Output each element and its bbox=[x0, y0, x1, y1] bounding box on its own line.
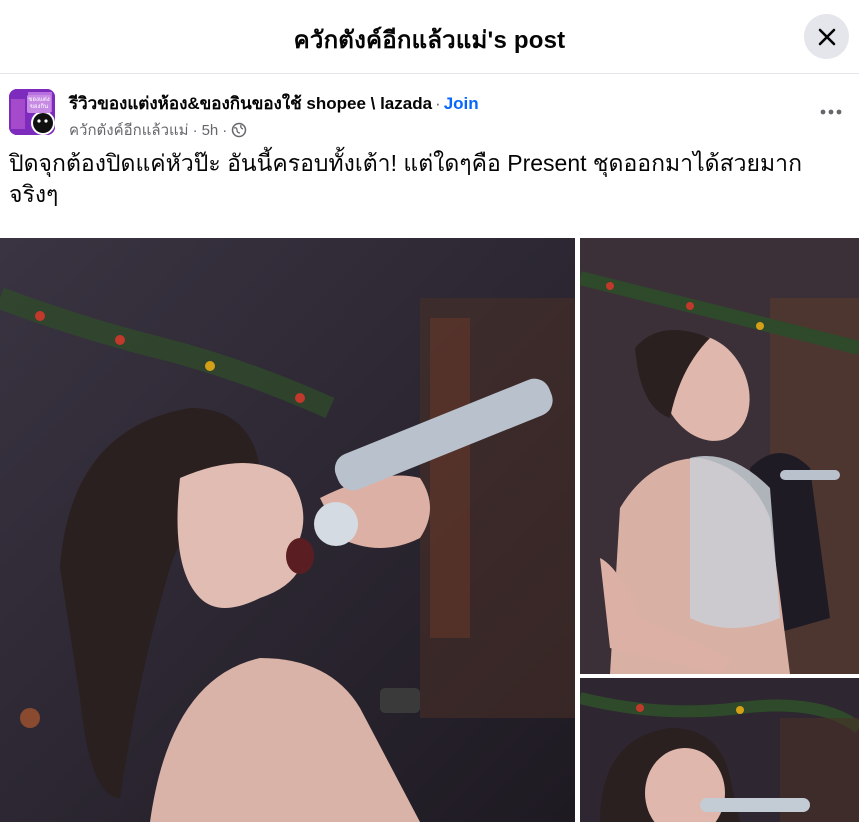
avatar-label: ของแต่ง ของกิน bbox=[27, 95, 51, 113]
more-icon bbox=[820, 109, 842, 115]
close-icon bbox=[818, 28, 835, 45]
dialog-header: ควักตังค์อีกแล้วแม่'s post bbox=[0, 0, 859, 74]
close-button[interactable] bbox=[804, 14, 849, 59]
separator-dot: · bbox=[192, 121, 198, 139]
separator-dot: · bbox=[435, 94, 441, 113]
singer-closeup-image bbox=[0, 238, 575, 822]
dialog-title: ควักตังค์อีกแล้วแม่'s post bbox=[293, 27, 566, 54]
globe-icon bbox=[232, 122, 247, 138]
more-options-button[interactable] bbox=[813, 97, 849, 127]
group-avatar[interactable]: ของแต่ง ของกิน bbox=[9, 89, 55, 135]
author-link[interactable]: ควักตังค์อีกแล้วแม่ bbox=[69, 118, 189, 142]
post-meta: ควักตังค์อีกแล้วแม่ · 5h · bbox=[69, 118, 247, 142]
group-name-link[interactable]: รีวิวของแต่งห้อง&ของกินของใช้ shopee \ l… bbox=[69, 94, 432, 113]
post-text: ปิดจุกต้องปิดแค่หัวป๊ะ อันนี้ครอบทั้งเต้… bbox=[9, 150, 803, 207]
singer-full-image bbox=[580, 238, 859, 674]
singer-portrait-image bbox=[580, 678, 859, 822]
post-time[interactable]: 5h bbox=[202, 122, 219, 139]
post-header-line: รีวิวของแต่งห้อง&ของกินของใช้ shopee \ l… bbox=[69, 90, 479, 117]
post-photo-main[interactable] bbox=[0, 238, 575, 822]
post-photo-right-bottom[interactable] bbox=[580, 678, 859, 822]
post-photo-right-top[interactable] bbox=[580, 238, 859, 674]
separator-dot: · bbox=[222, 121, 228, 139]
join-button[interactable]: Join bbox=[444, 94, 479, 113]
